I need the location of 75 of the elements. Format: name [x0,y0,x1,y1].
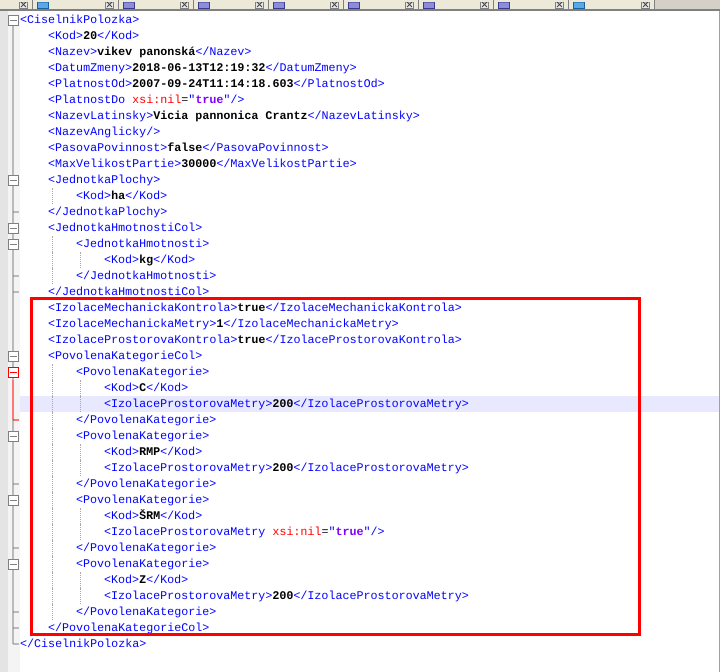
code-line: <IzolaceProstorovaMetry>200</IzolaceProstorovaMetry> [104,396,469,412]
close-icon[interactable] [330,2,339,9]
code-line: <IzolaceMechanickaMetry>1</IzolaceMechanickaMetry> [48,316,399,332]
window-icon [198,2,210,9]
file-tab[interactable] [344,0,419,9]
close-icon[interactable] [180,2,189,9]
window-icon [348,2,360,9]
collapse-icon[interactable] [8,351,19,362]
code-line: </JednotkaHmotnostiCol> [48,284,210,300]
collapse-icon[interactable] [8,559,19,570]
code-line: </JednotkaHmotnosti> [76,268,216,284]
code-line: <PasovaPovinnost>false</PasovaPovinnost> [48,140,329,156]
code-line: <MaxVelikostPartie>30000</MaxVelikostPartie> [48,156,357,172]
code-line: <Kod>20</Kod> [48,28,140,44]
code-line: </CiselnikPolozka> [20,636,146,652]
code-line: </PovolenaKategorie> [76,412,216,428]
code-line: <PovolenaKategorie> [76,428,210,444]
file-tab[interactable] [33,0,119,9]
close-icon[interactable] [19,2,28,9]
close-icon[interactable] [255,2,264,9]
collapse-icon[interactable] [8,367,19,378]
close-icon[interactable] [641,2,650,9]
file-tab[interactable] [119,0,194,9]
close-icon[interactable] [555,2,564,9]
window-icon [123,2,135,9]
code-line: <IzolaceProstorovaMetry>200</IzolaceProstorovaMetry> [104,588,469,604]
code-line: <NazevAnglicky/> [48,124,160,140]
close-icon[interactable] [105,2,114,9]
code-line: </PovolenaKategorie> [76,476,216,492]
collapse-icon[interactable] [8,175,19,186]
code-line: <Kod>ŠRM</Kod> [104,508,202,524]
collapse-icon[interactable] [8,223,19,234]
file-tab[interactable] [569,0,655,9]
document-icon [37,2,49,9]
window-icon [273,2,285,9]
close-icon[interactable] [405,2,414,9]
file-tab[interactable] [419,0,494,9]
code-line: <Kod>C</Kod> [104,380,188,396]
file-tab[interactable] [269,0,344,9]
close-icon[interactable] [480,2,489,9]
code-line: <Kod>kg</Kod> [104,252,196,268]
code-line: </PovolenaKategorie> [76,604,216,620]
code-line: </JednotkaPlochy> [48,204,168,220]
code-line: <JednotkaPlochy> [48,172,160,188]
code-line: <IzolaceProstorovaKontrola>true</IzolaceProstorovaKontrola> [48,332,462,348]
code-line: <Kod>Z</Kod> [104,572,188,588]
collapse-icon[interactable] [8,15,19,26]
collapse-icon[interactable] [8,239,19,250]
document-icon [573,2,585,9]
file-tab[interactable] [194,0,269,9]
code-line: <PlatnostDo xsi:nil="true"/> [48,92,244,108]
collapse-icon[interactable] [8,431,19,442]
code-line: <Kod>RMP</Kod> [104,444,202,460]
code-line: <PlatnostOd>2007-09-24T11:14:18.603</PlatnostOd> [48,76,385,92]
code-line: </PovolenaKategorie> [76,540,216,556]
window-icon [498,2,510,9]
code-line: </PovolenaKategorieCol> [48,620,210,636]
code-line: <Kod>ha</Kod> [76,188,168,204]
code-line: <JednotkaHmotnostiCol> [48,220,202,236]
code-line: <Nazev>vikev panonská</Nazev> [48,44,252,60]
file-tab[interactable] [494,0,569,9]
code-line: <IzolaceProstorovaMetry xsi:nil="true"/> [104,524,385,540]
code-line: <PovolenaKategorie> [76,492,210,508]
file-tab[interactable] [0,0,33,9]
code-line: <CiselnikPolozka> [20,12,140,28]
code-line: <JednotkaHmotnosti> [76,236,210,252]
window-icon [423,2,435,9]
code-line: <PovolenaKategorieCol> [48,348,202,364]
code-line: <PovolenaKategorie> [76,364,210,380]
code-line: <NazevLatinsky>Vicia pannonica Crantz</NazevLatinsky> [48,108,420,124]
code-line: <DatumZmeny>2018-06-13T12:19:32</DatumZmeny> [48,60,357,76]
collapse-icon[interactable] [8,495,19,506]
code-line: <PovolenaKategorie> [76,556,210,572]
code-line: <IzolaceMechanickaKontrola>true</IzolaceMechanickaKontrola> [48,300,462,316]
code-line: <IzolaceProstorovaMetry>200</IzolaceProstorovaMetry> [104,460,469,476]
